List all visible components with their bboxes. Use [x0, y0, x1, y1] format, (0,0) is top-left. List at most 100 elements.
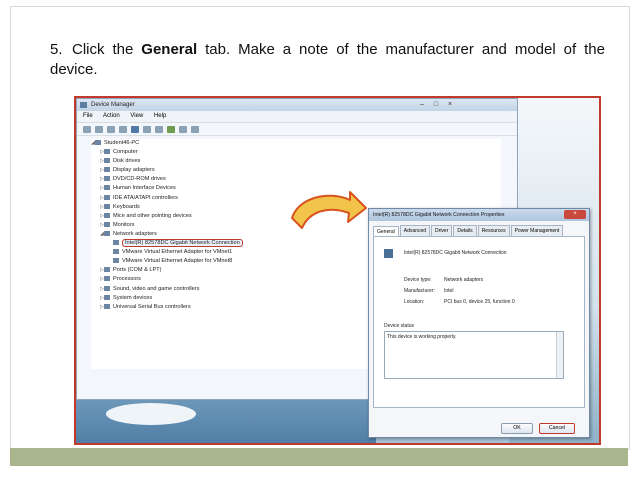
uninstall-icon[interactable] — [191, 125, 199, 133]
network-icon — [113, 258, 119, 264]
menu-view[interactable]: View — [130, 113, 143, 119]
view-icon[interactable] — [143, 125, 151, 133]
tree-item-label: VMware Virtual Ethernet Adapter for VMne… — [122, 258, 233, 265]
device-status-text: This device is working properly. — [387, 334, 457, 340]
instruction-text: 5. Click the General tab. Make a note of … — [50, 40, 605, 80]
tree-item-label: Disk drives — [113, 158, 141, 165]
tree-item-label: Human Interface Devices — [113, 185, 176, 192]
field-label: Device type: — [404, 277, 432, 283]
tree-item-label: Computer — [113, 149, 138, 156]
tree-item-label: Student46-PC — [104, 140, 140, 146]
tree-item[interactable]: ▷ Computer — [91, 148, 501, 157]
desktop-ice-floe — [106, 403, 196, 425]
tree-item-label: Intel(R) 82578DC Gigabit Network Connect… — [122, 239, 243, 248]
footer-bar — [10, 448, 628, 466]
tab-power-management[interactable]: Power Management — [510, 225, 564, 236]
tree-item-label: IDE ATA/ATAPI controllers — [113, 194, 178, 201]
cancel-button[interactable]: Cancel — [539, 423, 575, 434]
update-driver-icon[interactable] — [167, 125, 175, 133]
system-icon — [104, 294, 110, 300]
instruction-pre: Click the — [72, 41, 142, 58]
help-icon[interactable] — [131, 125, 139, 133]
field-location: Location: PCI bus 0, device 25, function … — [404, 299, 515, 305]
usb-icon — [104, 303, 110, 309]
computer-icon — [95, 140, 101, 146]
field-value: Intel — [444, 288, 454, 294]
forward-icon[interactable] — [95, 125, 103, 133]
field-manufacturer: Manufacturer: Intel — [404, 288, 453, 294]
tab-details[interactable]: Details — [453, 225, 477, 236]
menu-file[interactable]: File — [83, 113, 93, 119]
screenshot: Device Manager – □ × File Action View He… — [74, 96, 601, 445]
ok-button[interactable]: OK — [501, 423, 533, 434]
window-controls: – □ × — [415, 100, 457, 109]
scan-icon[interactable] — [155, 125, 163, 133]
tab-driver[interactable]: Driver — [431, 225, 453, 236]
sound-icon — [104, 285, 110, 291]
tree-item-label: Network adapters — [113, 230, 157, 237]
tree-item-label: Keyboards — [113, 203, 140, 210]
tree-item-label: Ports (COM & LPT) — [113, 267, 162, 274]
menu-action[interactable]: Action — [103, 113, 120, 119]
tree-item-label: Display adapters — [113, 167, 155, 174]
device-manager-icon — [80, 102, 87, 108]
maximize-button[interactable]: □ — [429, 100, 443, 109]
display-icon — [104, 167, 110, 173]
properties-titlebar: Intel(R) 82578DC Gigabit Network Connect… — [369, 209, 589, 221]
status-scrollbar[interactable] — [556, 332, 563, 378]
disable-icon[interactable] — [179, 125, 187, 133]
tab-strip: General Advanced Driver Details Resource… — [369, 221, 589, 237]
tree-item-label: Mice and other pointing devices — [113, 212, 192, 219]
menu-bar: File Action View Help — [77, 111, 517, 122]
cpu-icon — [104, 276, 110, 282]
general-panel: Intel(R) 82578DC Gigabit Network Connect… — [373, 236, 585, 408]
menu-help[interactable]: Help — [154, 113, 166, 119]
tab-resources[interactable]: Resources — [477, 225, 510, 236]
mouse-icon — [104, 212, 110, 218]
up-icon[interactable] — [107, 125, 115, 133]
device-manager-title: Device Manager — [91, 102, 135, 108]
network-adapter-icon — [384, 249, 393, 258]
tree-item[interactable]: ▷ DVD/CD-ROM drives — [91, 175, 501, 184]
close-button[interactable]: × — [443, 100, 457, 109]
tree-item-label: Sound, video and game controllers — [113, 285, 200, 292]
tree-item[interactable]: ▷ Display adapters — [91, 166, 501, 175]
device-status-label: Device status — [384, 323, 415, 329]
dvd-icon — [104, 176, 110, 182]
port-icon — [104, 267, 110, 273]
tree-item-label: System devices — [113, 294, 153, 301]
field-value: PCI bus 0, device 25, function 0 — [444, 299, 515, 305]
computer-icon — [104, 149, 110, 155]
hid-icon — [104, 185, 110, 191]
tree-item-label: Universal Serial Bus controllers — [113, 303, 191, 310]
instruction-bold: General — [141, 41, 198, 58]
network-icon — [113, 249, 119, 255]
tree-item-label: DVD/CD-ROM drives — [113, 176, 166, 183]
field-value: Network adapters — [444, 277, 484, 283]
pointer-arrow-icon — [291, 191, 367, 229]
dialog-close-button[interactable]: × — [564, 210, 586, 219]
step-number: 5. — [50, 41, 63, 58]
device-manager-titlebar: Device Manager – □ × — [77, 99, 517, 111]
properties-icon[interactable] — [119, 125, 127, 133]
ide-icon — [104, 194, 110, 200]
field-label: Manufacturer: — [404, 288, 435, 294]
field-device-type: Device type: Network adapters — [404, 277, 483, 283]
device-status-box[interactable]: This device is working properly. — [384, 331, 564, 379]
keyboard-icon — [104, 203, 110, 209]
disk-icon — [104, 158, 110, 164]
tree-item[interactable]: ◢ Student46-PC — [91, 139, 501, 148]
tab-advanced[interactable]: Advanced — [399, 225, 431, 236]
field-label: Location: — [404, 299, 425, 305]
monitor-icon — [104, 221, 110, 227]
minimize-button[interactable]: – — [415, 100, 429, 109]
device-name: Intel(R) 82578DC Gigabit Network Connect… — [404, 250, 507, 256]
tree-item[interactable]: ▷ Disk drives — [91, 157, 501, 166]
toolbar — [77, 122, 517, 136]
tree-item-label: Processors — [113, 276, 141, 283]
network-icon — [104, 230, 110, 236]
tree-item-label: Monitors — [113, 221, 135, 228]
tree-item-label: VMware Virtual Ethernet Adapter for VMne… — [122, 249, 233, 256]
back-icon[interactable] — [83, 125, 91, 133]
network-icon — [113, 240, 119, 246]
